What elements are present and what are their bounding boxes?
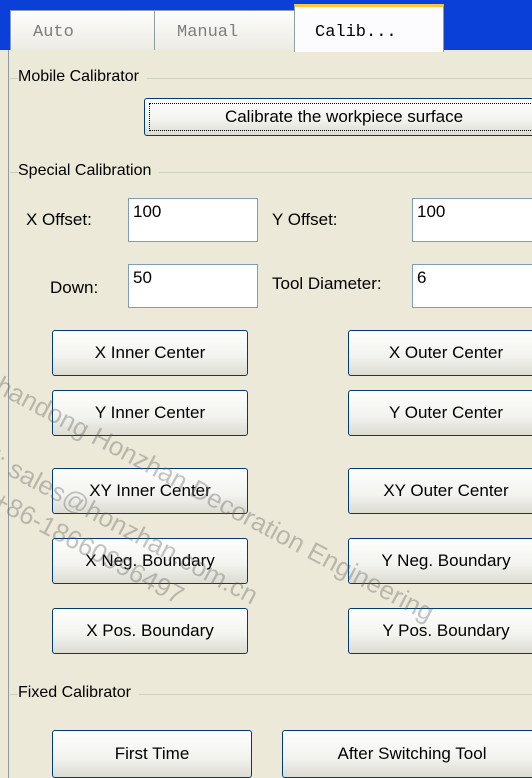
special-calibration-title: Special Calibration	[18, 162, 160, 180]
tab-manual[interactable]: Manual	[154, 10, 314, 50]
tab-calib-label: Calib...	[315, 23, 397, 42]
x-neg-boundary-label: X Neg. Boundary	[85, 551, 215, 570]
tab-auto[interactable]: Auto	[10, 10, 170, 50]
x-pos-boundary-label: X Pos. Boundary	[86, 621, 214, 640]
down-label: Down:	[50, 278, 99, 297]
xy-outer-center-button[interactable]: XY Outer Center	[348, 468, 532, 514]
tab-manual-label: Manual	[177, 23, 239, 42]
x-neg-boundary-button[interactable]: X Neg. Boundary	[52, 538, 248, 584]
panel-left-border	[8, 50, 9, 778]
y-offset-field[interactable]: 100	[412, 198, 532, 242]
fixed-calibrator-title: Fixed Calibrator	[18, 684, 139, 702]
after-switching-tool-button[interactable]: After Switching Tool	[282, 730, 532, 778]
mobile-calibrator-title: Mobile Calibrator	[18, 68, 147, 86]
calibrate-workpiece-surface-button[interactable]: Calibrate the workpiece surface	[144, 98, 532, 136]
x-outer-center-button[interactable]: X Outer Center	[348, 330, 532, 376]
first-time-label: First Time	[114, 744, 190, 763]
y-outer-center-label: Y Outer Center	[388, 403, 504, 422]
xy-inner-center-button[interactable]: XY Inner Center	[52, 468, 248, 514]
y-pos-boundary-button[interactable]: Y Pos. Boundary	[348, 608, 532, 654]
y-outer-center-button[interactable]: Y Outer Center	[348, 390, 532, 436]
x-inner-center-button[interactable]: X Inner Center	[52, 330, 248, 376]
xy-inner-center-label: XY Inner Center	[89, 481, 211, 500]
after-switching-tool-label: After Switching Tool	[337, 744, 487, 763]
x-offset-field[interactable]: 100	[128, 198, 258, 242]
y-offset-label: Y Offset:	[272, 210, 338, 229]
tab-strip: Auto Manual Calib...	[0, 0, 532, 52]
x-offset-label: X Offset:	[26, 210, 92, 229]
x-outer-center-label: X Outer Center	[388, 343, 504, 362]
calibrate-workpiece-surface-label: Calibrate the workpiece surface	[224, 107, 464, 126]
x-inner-center-label: X Inner Center	[94, 343, 206, 362]
y-inner-center-label: Y Inner Center	[94, 403, 206, 422]
first-time-button[interactable]: First Time	[52, 730, 252, 778]
xy-outer-center-label: XY Outer Center	[383, 481, 509, 500]
y-pos-boundary-label: Y Pos. Boundary	[382, 621, 510, 640]
tool-diameter-label: Tool Diameter:	[272, 274, 382, 293]
x-pos-boundary-button[interactable]: X Pos. Boundary	[52, 608, 248, 654]
tab-calib[interactable]: Calib...	[294, 4, 444, 52]
y-neg-boundary-label: Y Neg. Boundary	[381, 551, 511, 570]
y-neg-boundary-button[interactable]: Y Neg. Boundary	[348, 538, 532, 584]
down-field[interactable]: 50	[128, 264, 258, 308]
tab-auto-label: Auto	[33, 23, 74, 42]
y-inner-center-button[interactable]: Y Inner Center	[52, 390, 248, 436]
tool-diameter-field[interactable]: 6	[412, 264, 532, 308]
